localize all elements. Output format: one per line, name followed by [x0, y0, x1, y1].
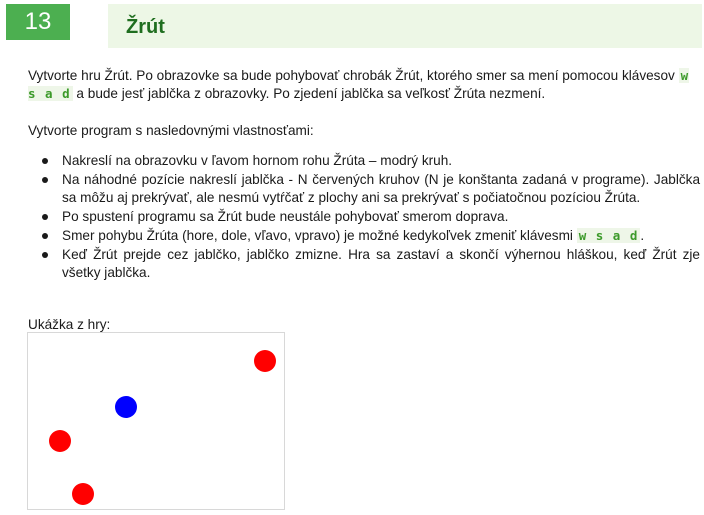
- lead-paragraph: Vytvorte program s nasledovnými vlastnos…: [28, 123, 314, 138]
- list-item-text: Smer pohybu Žrúta (hore, dole, vľavo, vp…: [62, 228, 577, 243]
- chapter-number: 13: [6, 4, 70, 40]
- zrut-dot: [115, 396, 137, 418]
- apple-dot: [49, 430, 71, 452]
- bullet-icon: [42, 214, 48, 220]
- list-item-text-end: .: [640, 228, 645, 243]
- apple-dot: [72, 483, 94, 505]
- apple-dot: [254, 350, 276, 372]
- requirements-list: Nakreslí na obrazovku v ľavom hornom roh…: [28, 152, 700, 283]
- intro-paragraph: Vytvorte hru Žrút. Po obrazovke sa bude …: [28, 67, 700, 103]
- bullet-icon: [42, 177, 48, 183]
- item-keys: w s a d: [576, 228, 641, 243]
- bullet-icon: [42, 158, 48, 164]
- intro-text-end: a bude jesť jablčka z obrazovky. Po zjed…: [72, 86, 546, 101]
- list-item: Keď Žrút prejde cez jablčko, jablčko zmi…: [28, 246, 700, 282]
- intro-text-start: Vytvorte hru Žrút. Po obrazovke sa bude …: [28, 68, 679, 83]
- list-item-text: Na náhodné pozície nakreslí jablčka - N …: [62, 172, 700, 205]
- list-item: Smer pohybu Žrúta (hore, dole, vľavo, vp…: [28, 227, 700, 245]
- list-item: Na náhodné pozície nakreslí jablčka - N …: [28, 171, 700, 207]
- list-item: Nakreslí na obrazovku v ľavom hornom roh…: [28, 152, 700, 170]
- list-item-text: Keď Žrút prejde cez jablčko, jablčko zmi…: [62, 247, 700, 280]
- game-preview: [27, 332, 285, 510]
- list-item-text: Po spustení programu sa Žrút bude neustá…: [62, 209, 509, 224]
- list-item: Po spustení programu sa Žrút bude neustá…: [28, 208, 700, 226]
- bullet-icon: [42, 233, 48, 239]
- title-bar: Žrút: [108, 4, 702, 48]
- bullet-icon: [42, 252, 48, 258]
- page-title: Žrút: [126, 16, 165, 38]
- list-item-text: Nakreslí na obrazovku v ľavom hornom roh…: [62, 153, 453, 168]
